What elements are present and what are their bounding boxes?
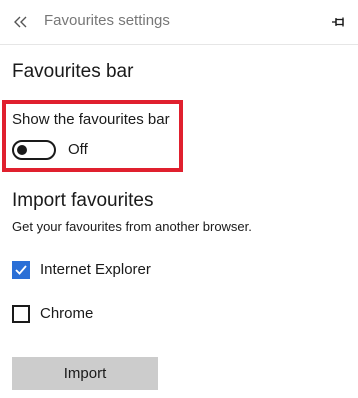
header-divider: [0, 44, 358, 45]
checkmark-icon: [15, 265, 27, 275]
back-button[interactable]: [10, 11, 32, 33]
chrome-checkbox[interactable]: [12, 305, 30, 323]
show-favourites-bar-label: Show the favourites bar: [12, 111, 170, 128]
import-description: Get your favourites from another browser…: [12, 219, 252, 234]
pin-icon: [332, 17, 344, 27]
pin-button[interactable]: [330, 13, 348, 31]
page-title: Favourites settings: [44, 12, 170, 29]
import-button[interactable]: Import: [12, 357, 158, 390]
show-favourites-bar-toggle[interactable]: [12, 140, 56, 160]
internet-explorer-label[interactable]: Internet Explorer: [40, 261, 151, 278]
internet-explorer-checkbox[interactable]: [12, 261, 30, 279]
chrome-label[interactable]: Chrome: [40, 305, 93, 322]
toggle-state-text: Off: [68, 141, 88, 158]
import-favourites-heading: Import favourites: [12, 190, 154, 211]
double-chevron-left-icon: [14, 16, 27, 28]
toggle-knob: [17, 145, 27, 155]
favourites-bar-heading: Favourites bar: [12, 61, 134, 82]
settings-header: Favourites settings: [0, 0, 358, 44]
